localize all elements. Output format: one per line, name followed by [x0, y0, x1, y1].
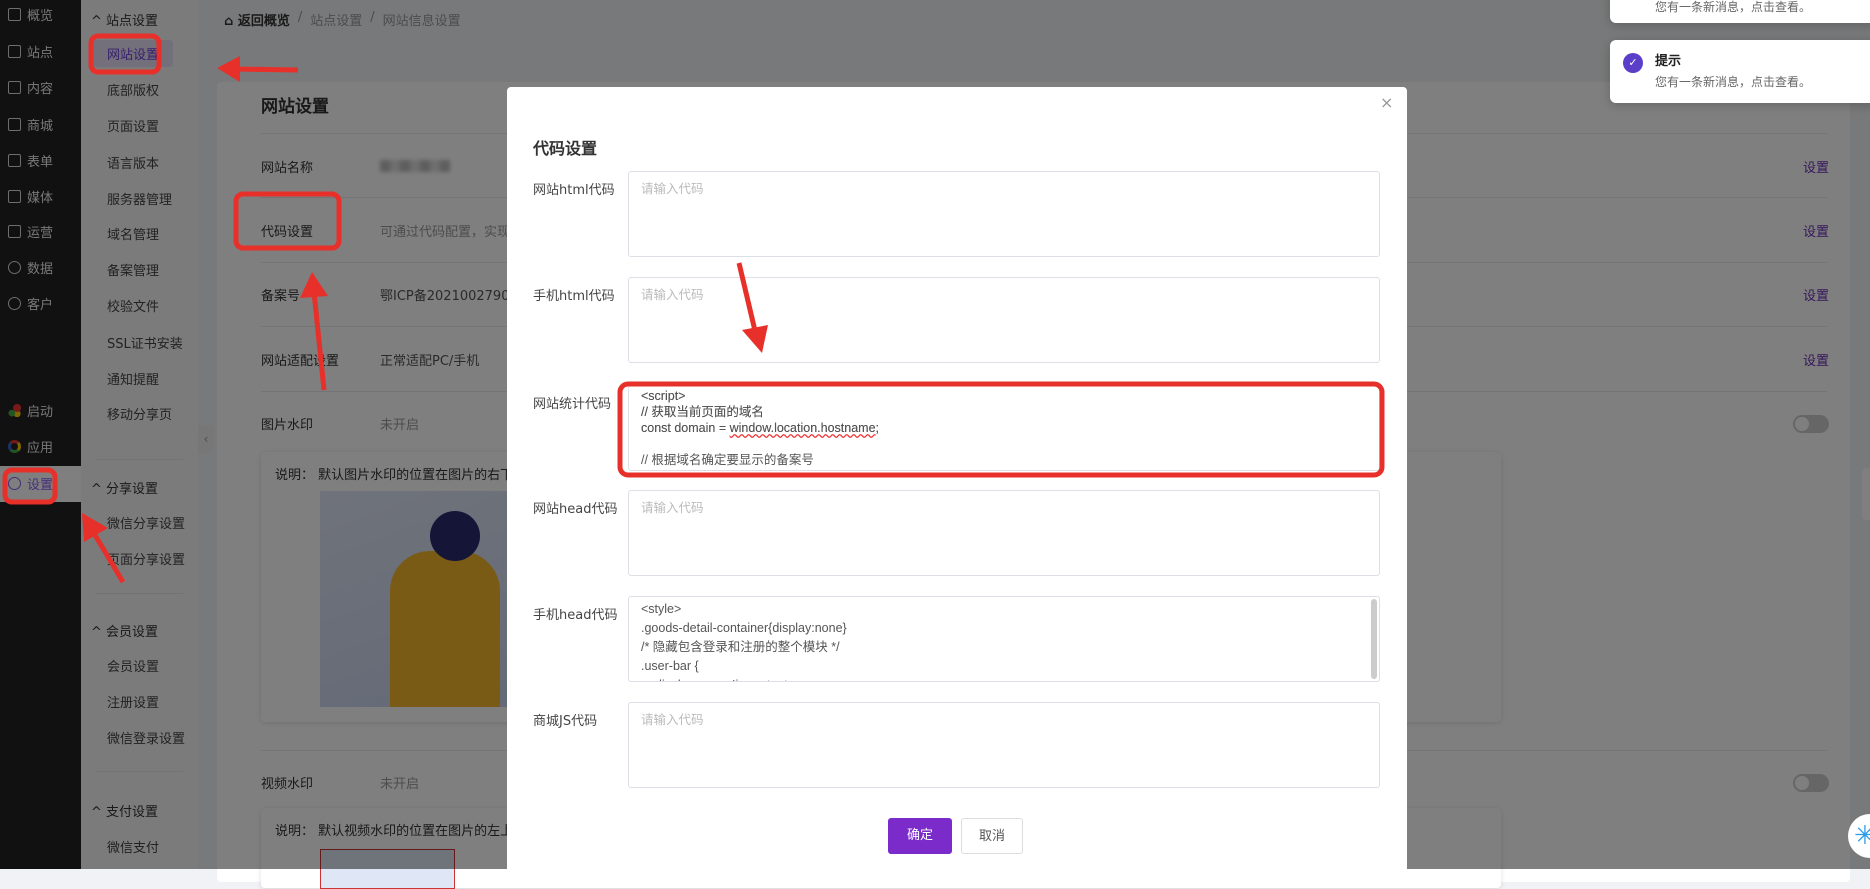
notification-title: 提示: [1655, 54, 1682, 69]
field-label: 网站统计代码: [533, 397, 612, 412]
scrollbar[interactable]: [1371, 599, 1377, 679]
code-line: const domain =: [641, 421, 730, 435]
field-label: 手机html代码: [533, 289, 615, 304]
site-stats-code-lines: <script> // 获取当前页面的域名 const domain = windo…: [629, 386, 891, 438]
mobile-head-code-input[interactable]: <style> .goods-detail-container{display:…: [628, 596, 1380, 682]
site-stats-code-value: <script> // 获取当前页面的域名 const domain = win…: [641, 389, 879, 467]
cancel-button[interactable]: 取消: [961, 818, 1023, 854]
confirm-button[interactable]: 确定: [888, 818, 952, 854]
code-line: <script>: [641, 389, 686, 403]
code-line: // 获取当前页面的域名: [641, 405, 764, 419]
dialog-title: 代码设置: [533, 139, 598, 158]
close-icon[interactable]: ×: [1380, 93, 1393, 112]
notification-text: 您有一条新消息，点击查看。: [1655, 0, 1812, 14]
field-label: 网站html代码: [533, 183, 615, 198]
code-settings-dialog: 代码设置 × 网站html代码 请输入代码 手机html代码 请输入代码 网站统…: [507, 87, 1407, 887]
site-head-code-input[interactable]: 请输入代码: [628, 490, 1380, 576]
mobile-html-code-input[interactable]: 请输入代码: [628, 277, 1380, 363]
notification-toast[interactable]: 提示 您有一条新消息，点击查看。: [1610, 0, 1870, 23]
field-label: 网站head代码: [533, 502, 618, 517]
field-label: 商城JS代码: [533, 714, 598, 729]
notification-toast[interactable]: ✓ 提示 您有一条新消息，点击查看。: [1610, 40, 1870, 103]
code-line: ;: [875, 421, 880, 435]
check-circle-icon: ✓: [1623, 53, 1643, 73]
site-stats-code-input[interactable]: <script> // 获取当前页面的域名 const domain = win…: [628, 385, 1380, 471]
shop-js-code-input[interactable]: 请输入代码: [628, 702, 1380, 788]
field-label: 手机head代码: [533, 608, 618, 623]
notification-text: 您有一条新消息，点击查看。: [1655, 75, 1812, 89]
site-html-code-input[interactable]: 请输入代码: [628, 171, 1380, 257]
code-line-misspelled: window.location.hostname: [729, 421, 876, 435]
